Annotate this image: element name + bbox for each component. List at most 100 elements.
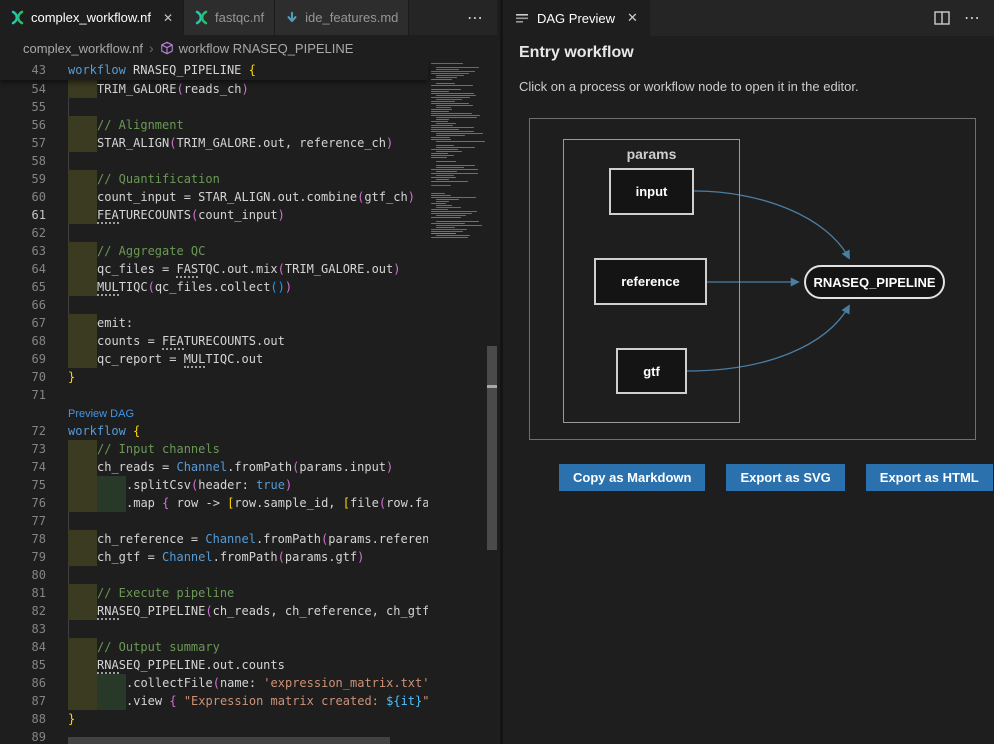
tab-fastqc-nf[interactable]: fastqc.nf bbox=[184, 0, 275, 35]
line-number: 72 bbox=[0, 422, 68, 440]
export-as-html-button[interactable]: Export as HTML bbox=[866, 464, 993, 491]
indent-highlight bbox=[68, 260, 97, 278]
line-number: 81 bbox=[0, 584, 68, 602]
code-line[interactable]: 76.map { row -> [row.sample_id, [file(ro… bbox=[0, 494, 428, 512]
indent-highlight bbox=[68, 206, 97, 224]
dag-node-gtf[interactable]: gtf bbox=[616, 348, 687, 394]
indent-highlight bbox=[68, 584, 97, 602]
tab-label: fastqc.nf bbox=[215, 10, 264, 25]
indent-highlight bbox=[68, 458, 97, 476]
code-line[interactable]: 56// Alignment bbox=[0, 116, 428, 134]
code-line[interactable]: 72workflow { bbox=[0, 422, 428, 440]
code-line[interactable]: 74ch_reads = Channel.fromPath(params.inp… bbox=[0, 458, 428, 476]
code-line[interactable]: 65MULTIQC(qc_files.collect()) bbox=[0, 278, 428, 296]
code-line[interactable]: 66 bbox=[0, 296, 428, 314]
indent-highlight bbox=[68, 530, 97, 548]
line-number: 59 bbox=[0, 170, 68, 188]
code-line[interactable]: 71 bbox=[0, 386, 428, 404]
code-line[interactable]: 75.splitCsv(header: true) bbox=[0, 476, 428, 494]
code-line[interactable]: 63// Aggregate QC bbox=[0, 242, 428, 260]
code-line[interactable]: 88} bbox=[0, 710, 428, 728]
code-line[interactable]: 58 bbox=[0, 152, 428, 170]
code-line[interactable]: 60count_input = STAR_ALIGN.out.combine(g… bbox=[0, 188, 428, 206]
page-title: Entry workflow bbox=[519, 44, 634, 62]
code-line[interactable]: 80 bbox=[0, 566, 428, 584]
code-line[interactable]: 64qc_files = FASTQC.out.mix(TRIM_GALORE.… bbox=[0, 260, 428, 278]
export-as-svg-button[interactable]: Export as SVG bbox=[726, 464, 844, 491]
indent-highlight bbox=[68, 350, 97, 368]
breadcrumb: complex_workflow.nf › workflow RNASEQ_PI… bbox=[0, 35, 497, 61]
code-line[interactable]: 82RNASEQ_PIPELINE(ch_reads, ch_reference… bbox=[0, 602, 428, 620]
code-line[interactable]: 54TRIM_GALORE(reads_ch) bbox=[0, 80, 428, 98]
line-number: 86 bbox=[0, 674, 68, 692]
line-number: 43 bbox=[0, 61, 68, 79]
line-number bbox=[0, 404, 68, 422]
line-number: 64 bbox=[0, 260, 68, 278]
sticky-scroll-line[interactable]: 43workflow RNASEQ_PIPELINE { bbox=[0, 61, 428, 80]
code-line[interactable]: 84// Output summary bbox=[0, 638, 428, 656]
vertical-scrollbar[interactable] bbox=[487, 61, 497, 744]
code-line[interactable]: 57STAR_ALIGN(TRIM_GALORE.out, reference_… bbox=[0, 134, 428, 152]
code-line[interactable]: 87.view { "Expression matrix created: ${… bbox=[0, 692, 428, 710]
indent-highlight bbox=[68, 440, 97, 458]
tab-ide-features-md[interactable]: ide_features.md bbox=[275, 0, 409, 35]
breadcrumb-symbol[interactable]: workflow RNASEQ_PIPELINE bbox=[160, 41, 354, 56]
code-line[interactable]: 62 bbox=[0, 224, 428, 242]
dag-node-rnaseq_pipeline[interactable]: RNASEQ_PIPELINE bbox=[804, 265, 945, 299]
copy-as-markdown-button[interactable]: Copy as Markdown bbox=[559, 464, 705, 491]
split-editor-icon[interactable] bbox=[934, 11, 950, 25]
code-line[interactable]: 70} bbox=[0, 368, 428, 386]
indent-guide bbox=[68, 512, 69, 530]
tab-bar-more-icon[interactable]: ⋯ bbox=[453, 0, 497, 35]
code-line[interactable]: 79ch_gtf = Channel.fromPath(params.gtf) bbox=[0, 548, 428, 566]
close-icon[interactable]: ✕ bbox=[627, 10, 638, 26]
code-line[interactable]: 77 bbox=[0, 512, 428, 530]
code-line[interactable]: 43workflow RNASEQ_PIPELINE { bbox=[0, 61, 428, 79]
more-actions-icon[interactable]: ⋯ bbox=[964, 8, 980, 28]
code-line[interactable]: 69qc_report = MULTIQC.out bbox=[0, 350, 428, 368]
minimap[interactable] bbox=[428, 61, 487, 744]
code-line[interactable]: 86.collectFile(name: 'expression_matrix.… bbox=[0, 674, 428, 692]
code-line[interactable]: 85RNASEQ_PIPELINE.out.counts bbox=[0, 656, 428, 674]
line-number: 75 bbox=[0, 476, 68, 494]
line-number: 74 bbox=[0, 458, 68, 476]
line-number: 56 bbox=[0, 116, 68, 134]
breadcrumb-separator: › bbox=[149, 40, 154, 56]
codelens-preview-dag-link[interactable]: Preview DAG bbox=[68, 408, 134, 420]
indent-highlight bbox=[68, 314, 97, 332]
preview-list-icon bbox=[515, 11, 529, 25]
horizontal-scrollbar-thumb[interactable] bbox=[68, 737, 390, 744]
indent-guide bbox=[68, 152, 69, 170]
indent-highlight bbox=[97, 674, 126, 692]
line-number: 87 bbox=[0, 692, 68, 710]
code-line[interactable]: 59// Quantification bbox=[0, 170, 428, 188]
dag-node-input[interactable]: input bbox=[609, 168, 694, 215]
dag-node-reference[interactable]: reference bbox=[594, 258, 707, 305]
code-line[interactable]: 78ch_reference = Channel.fromPath(params… bbox=[0, 530, 428, 548]
line-number: 67 bbox=[0, 314, 68, 332]
tab-complex-workflow-nf[interactable]: complex_workflow.nf✕ bbox=[0, 0, 184, 35]
codelens-row: Preview DAG bbox=[0, 404, 428, 422]
breadcrumb-file[interactable]: complex_workflow.nf bbox=[18, 41, 143, 56]
close-icon[interactable]: ✕ bbox=[163, 12, 173, 24]
indent-guide bbox=[68, 98, 69, 116]
indent-guide bbox=[68, 620, 69, 638]
code-line[interactable]: 61FEATURECOUNTS(count_input) bbox=[0, 206, 428, 224]
editor-tab-bar: complex_workflow.nf✕ fastqc.nf ide_featu… bbox=[0, 0, 497, 35]
code-line[interactable]: 67emit: bbox=[0, 314, 428, 332]
dag-preview-panel: DAG Preview ✕ ⋯ Entry workflow Click on … bbox=[500, 0, 994, 744]
code-line[interactable]: 68counts = FEATURECOUNTS.out bbox=[0, 332, 428, 350]
code-editor[interactable]: 54TRIM_GALORE(reads_ch)5556// Alignment5… bbox=[0, 61, 497, 744]
code-line[interactable]: 83 bbox=[0, 620, 428, 638]
indent-highlight bbox=[68, 638, 97, 656]
code-line[interactable]: 81// Execute pipeline bbox=[0, 584, 428, 602]
code-line[interactable]: 55 bbox=[0, 98, 428, 116]
export-buttons: Copy as Markdown Export as SVG Export as H… bbox=[559, 464, 993, 491]
line-number: 63 bbox=[0, 242, 68, 260]
indent-highlight bbox=[68, 134, 97, 152]
indent-highlight bbox=[68, 116, 97, 134]
indent-guide bbox=[68, 566, 69, 584]
code-line[interactable]: 73// Input channels bbox=[0, 440, 428, 458]
vertical-scrollbar-thumb[interactable] bbox=[487, 346, 497, 550]
tab-dag-preview[interactable]: DAG Preview ✕ bbox=[503, 0, 650, 36]
